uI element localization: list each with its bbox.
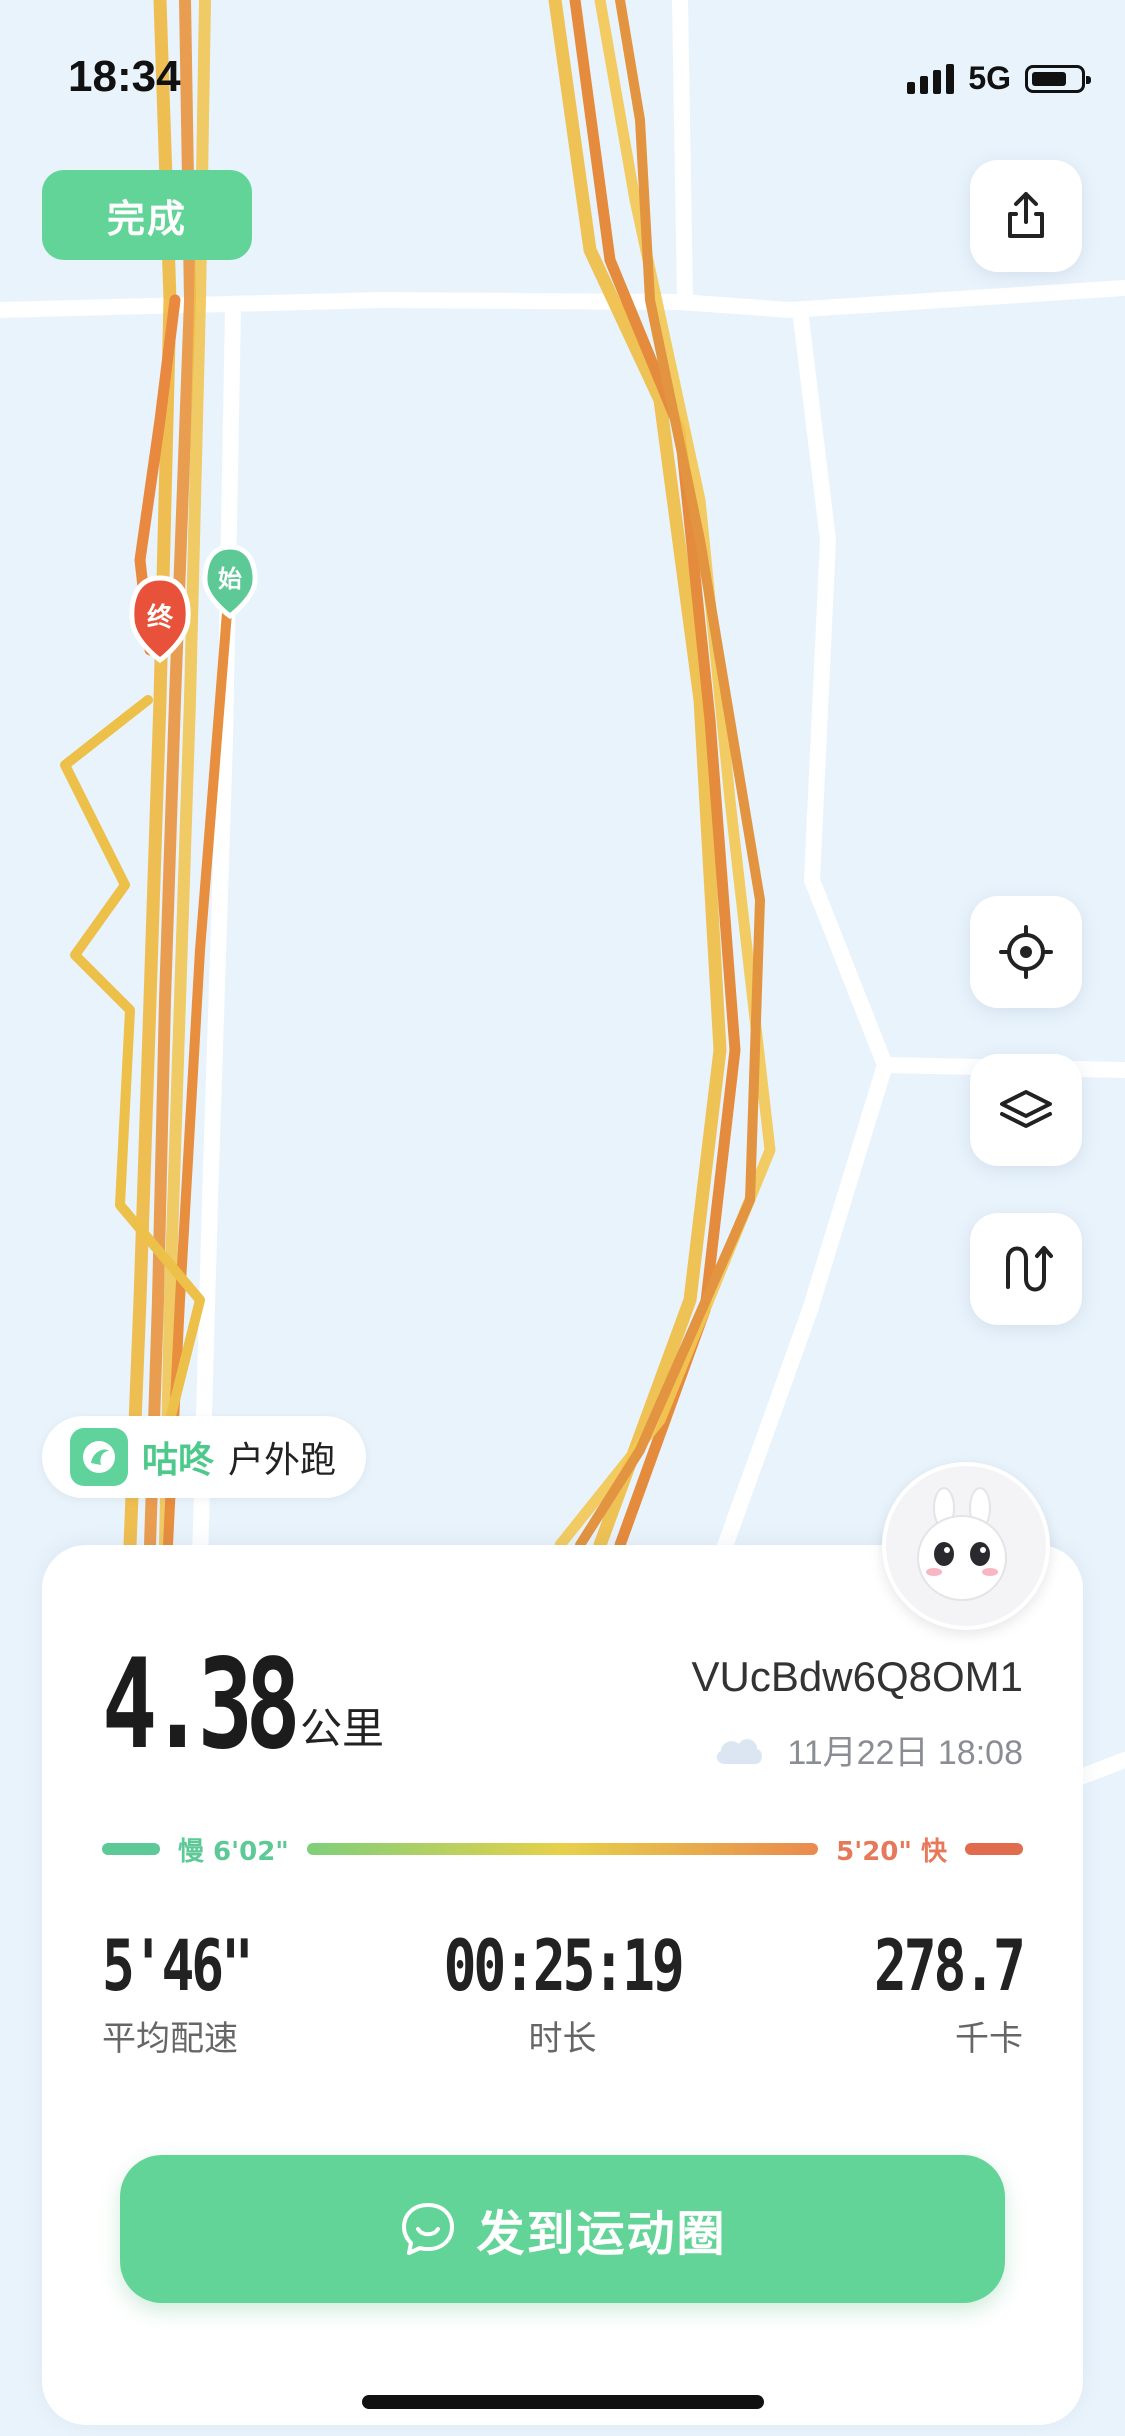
date-row: 11月22日 18:08 bbox=[711, 1725, 1023, 1774]
network-type: 5G bbox=[968, 60, 1011, 96]
user-id: VUcBdw6Q8OM1 bbox=[691, 1653, 1023, 1700]
stat-avg-pace: 5'46" 平均配速 bbox=[102, 1925, 293, 2060]
pace-slow-bar bbox=[102, 1843, 160, 1855]
mascot-icon bbox=[917, 1487, 1007, 1601]
route-icon bbox=[1006, 1246, 1053, 1292]
route-button[interactable] bbox=[970, 1213, 1082, 1325]
chat-bubble-icon bbox=[402, 2203, 455, 2255]
battery-icon bbox=[1025, 64, 1091, 93]
pace-fast-label: 5'20" 快 bbox=[836, 1836, 947, 1867]
pace-fast-bar bbox=[965, 1843, 1023, 1855]
status-time: 18:34 bbox=[68, 52, 181, 101]
mascot-avatar[interactable] bbox=[882, 1462, 1050, 1630]
share-button[interactable] bbox=[970, 160, 1082, 272]
stat-duration: 00:25:19 时长 bbox=[302, 1925, 823, 2060]
start-marker-label: 始 bbox=[218, 565, 242, 593]
post-to-moments-button[interactable]: 发到运动圈 bbox=[120, 2155, 1005, 2303]
brand-tag: 咕咚 户外跑 bbox=[42, 1416, 367, 1498]
stat-value: 278.7 bbox=[874, 1925, 1026, 2007]
stat-calories: 278.7 千卡 bbox=[832, 1925, 1026, 2060]
brand-name: 咕咚 bbox=[142, 1440, 215, 1481]
stat-label: 平均配速 bbox=[102, 2019, 238, 2059]
status-indicators: 5G bbox=[907, 60, 1091, 97]
done-button[interactable]: 完成 bbox=[42, 170, 252, 260]
distance-unit: 公里 bbox=[300, 1704, 385, 1753]
distance-value: 4.38 bbox=[102, 1633, 301, 1777]
pace-slow-label: 慢 6'02" bbox=[178, 1836, 289, 1867]
codoon-logo-icon bbox=[70, 1428, 128, 1486]
share-icon bbox=[1008, 192, 1044, 238]
post-button-label: 发到运动圈 bbox=[476, 2206, 727, 2262]
layers-icon bbox=[1000, 1090, 1052, 1128]
signal-icon bbox=[907, 63, 955, 94]
stat-value: 00:25:19 bbox=[443, 1925, 684, 2007]
cloud-icon bbox=[717, 1738, 763, 1764]
pace-gradient-bar bbox=[306, 1843, 819, 1855]
home-indicator[interactable] bbox=[362, 2395, 764, 2409]
stat-value: 5'46" bbox=[102, 1925, 254, 2007]
end-marker-label: 终 bbox=[147, 602, 174, 633]
activity-date: 11月22日 18:08 bbox=[787, 1734, 1023, 1772]
locate-button[interactable] bbox=[970, 896, 1082, 1008]
locate-icon bbox=[999, 925, 1053, 979]
stat-label: 千卡 bbox=[955, 2019, 1023, 2059]
stat-label: 时长 bbox=[528, 2019, 597, 2059]
activity-type: 户外跑 bbox=[228, 1440, 337, 1481]
pace-legend: 慢 6'02" 5'20" 快 bbox=[102, 1829, 1023, 1869]
layers-button[interactable] bbox=[970, 1054, 1082, 1166]
